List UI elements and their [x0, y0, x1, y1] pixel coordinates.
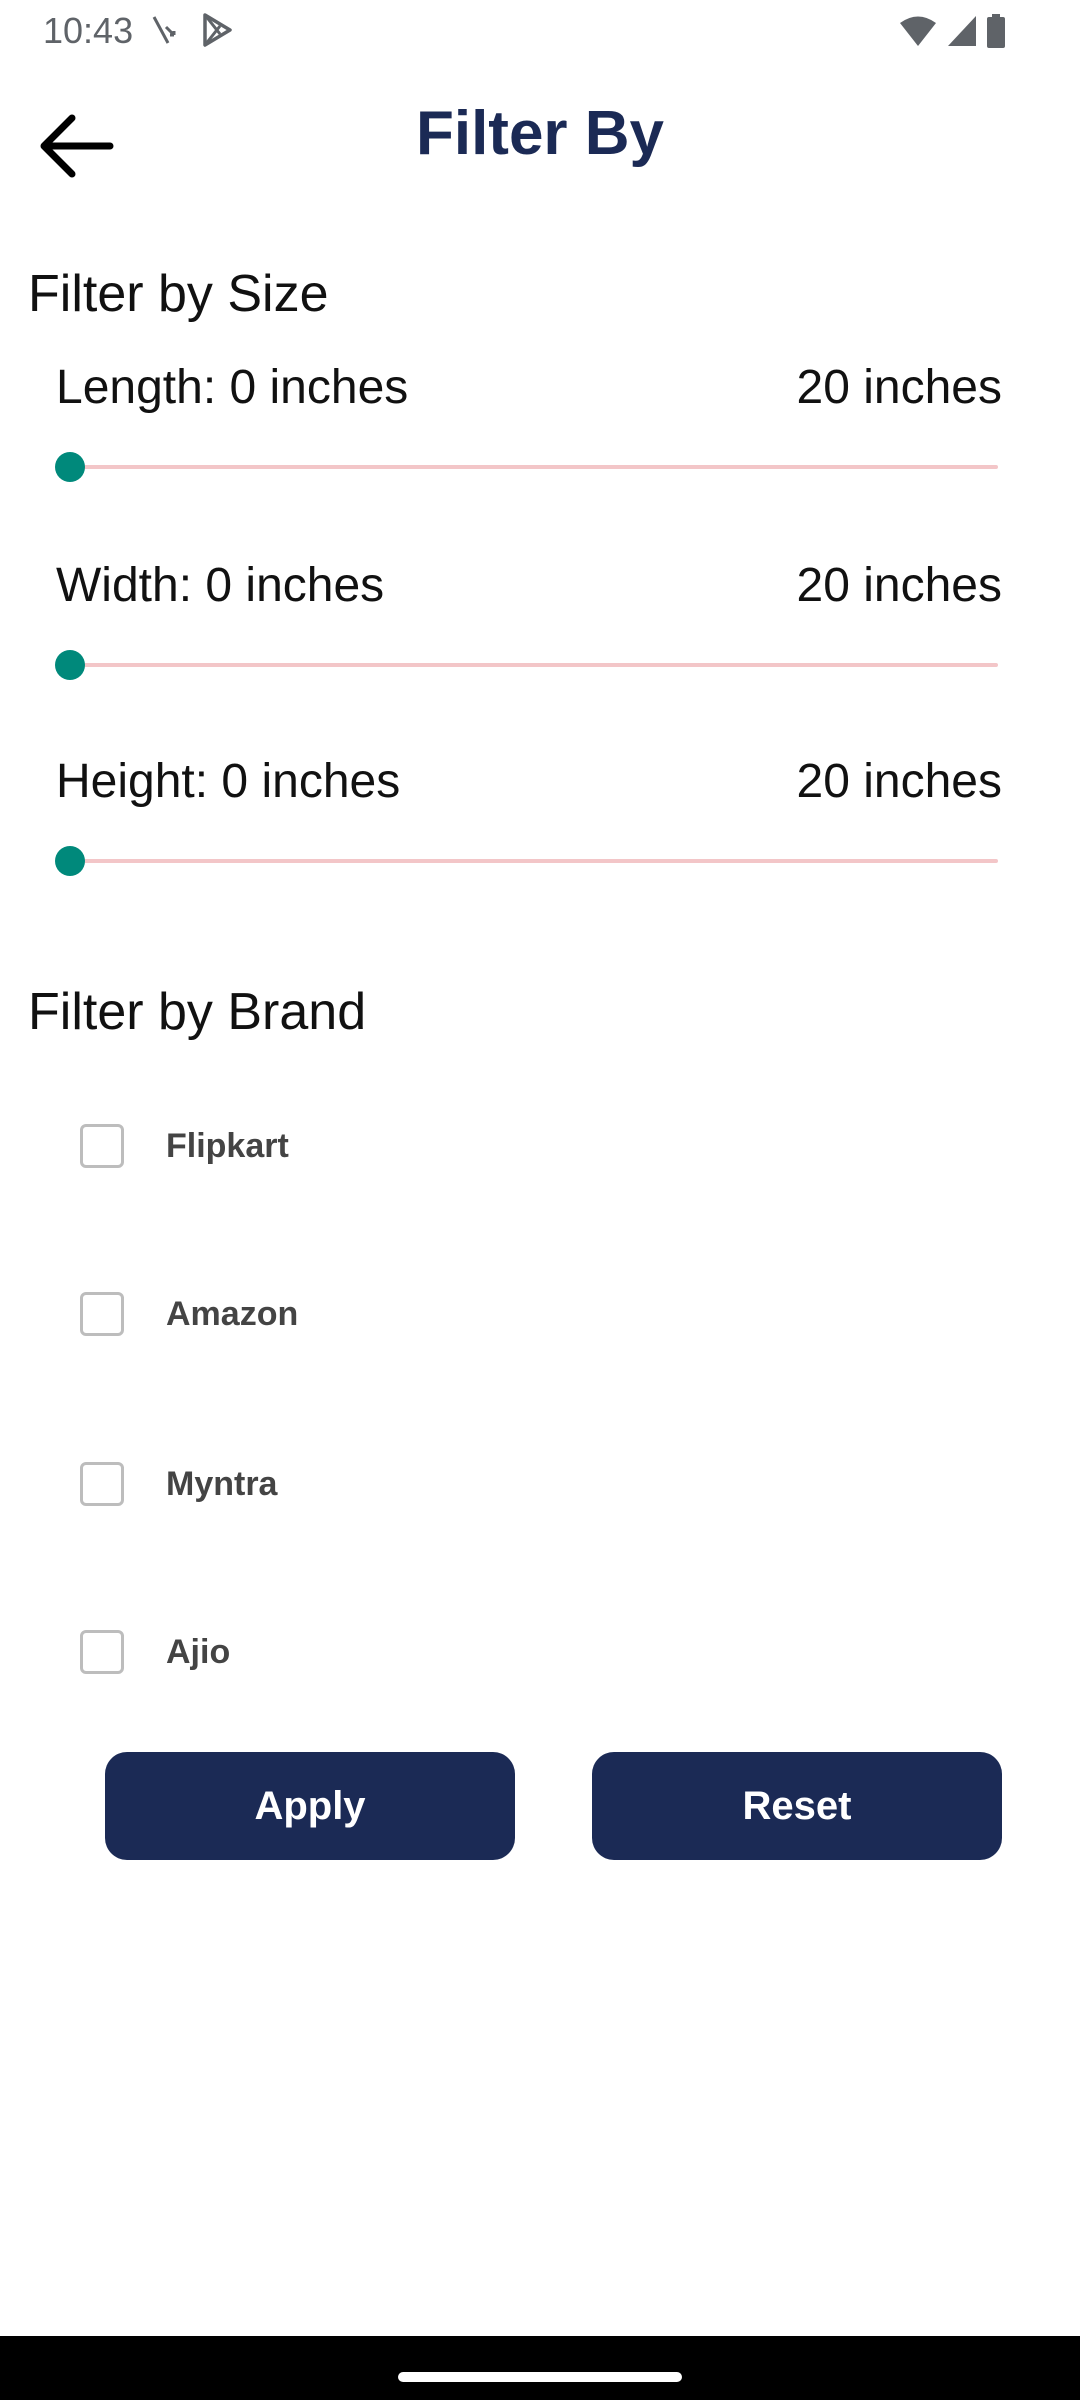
- brand-label: Ajio: [166, 1632, 231, 1671]
- brand-item-amazon[interactable]: Amazon: [80, 1274, 298, 1354]
- checkbox[interactable]: [80, 1292, 124, 1336]
- length-max-label: 20 inches: [796, 361, 1002, 414]
- play-store-icon: [200, 12, 234, 53]
- slider-thumb[interactable]: [55, 650, 85, 680]
- width-label: Width: 0 inches: [56, 559, 385, 612]
- height-slider[interactable]: [55, 846, 998, 876]
- brand-label: Amazon: [166, 1294, 299, 1333]
- brand-item-ajio[interactable]: Ajio: [80, 1612, 230, 1692]
- brand-item-myntra[interactable]: Myntra: [80, 1444, 277, 1524]
- length-slider[interactable]: [55, 452, 998, 482]
- page-title: Filter By: [415, 99, 665, 168]
- slider-thumb[interactable]: [55, 452, 85, 482]
- width-max-label: 20 inches: [796, 559, 1002, 612]
- home-indicator[interactable]: [398, 2372, 682, 2382]
- checkbox[interactable]: [80, 1462, 124, 1506]
- signal-icon: [946, 14, 978, 53]
- reset-button[interactable]: Reset: [592, 1752, 1002, 1860]
- checkbox[interactable]: [80, 1630, 124, 1674]
- battery-icon: [986, 13, 1006, 54]
- brand-label: Flipkart: [166, 1126, 289, 1165]
- size-section-title: Filter by Size: [28, 265, 329, 323]
- brand-item-flipkart[interactable]: Flipkart: [80, 1106, 289, 1186]
- slider-track: [70, 465, 998, 469]
- brand-section-title: Filter by Brand: [28, 983, 367, 1041]
- checkbox[interactable]: [80, 1124, 124, 1168]
- slider-thumb[interactable]: [55, 846, 85, 876]
- width-slider[interactable]: [55, 650, 998, 680]
- slider-track: [70, 663, 998, 667]
- slider-track: [70, 859, 998, 863]
- brand-label: Myntra: [166, 1464, 278, 1503]
- height-label: Height: 0 inches: [56, 755, 401, 808]
- apply-button[interactable]: Apply: [105, 1752, 515, 1860]
- wifi-icon: [898, 14, 938, 53]
- length-label: Length: 0 inches: [56, 361, 409, 414]
- status-bar: 10:43: [0, 0, 1080, 62]
- status-time: 10:43: [43, 10, 134, 51]
- app-header: Filter By: [0, 62, 1080, 212]
- system-nav-bar: [0, 2336, 1080, 2400]
- height-max-label: 20 inches: [796, 755, 1002, 808]
- missed-call-icon: [150, 13, 180, 52]
